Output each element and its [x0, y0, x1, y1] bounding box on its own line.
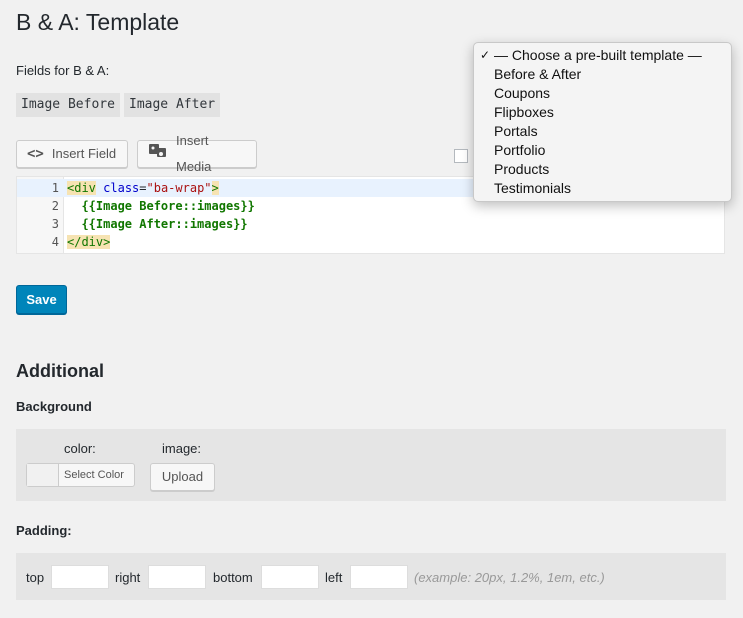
template-option-products[interactable]: Products [494, 160, 549, 179]
line-code: <div class="ba-wrap"> [67, 179, 219, 197]
template-option-testimonials[interactable]: Testimonials [494, 179, 571, 198]
attr-eq: = [139, 181, 147, 195]
select-color-label: Select Color [64, 469, 124, 481]
tag-close: </div> [67, 235, 111, 249]
padding-label: Padding: [16, 523, 72, 538]
template-option-before-after[interactable]: Before & After [494, 65, 581, 84]
template-option-choose[interactable]: — Choose a pre-built template — [494, 46, 702, 65]
field-tag-image-after[interactable]: Image After [124, 93, 221, 117]
padding-bottom-label: bottom [213, 570, 253, 585]
line-number: 1 [51, 181, 59, 195]
image-label: image: [162, 441, 202, 456]
template-dropdown-menu[interactable]: ✓ — Choose a pre-built template — Before… [473, 42, 732, 202]
padding-top-input[interactable] [51, 565, 109, 589]
template-option-portfolio[interactable]: Portfolio [494, 141, 545, 160]
color-label: color: [64, 441, 96, 456]
color-swatch [27, 464, 59, 486]
template-option-flipboxes[interactable]: Flipboxes [494, 103, 554, 122]
padding-top-label: top [26, 570, 45, 585]
padding-right-input[interactable] [148, 565, 206, 589]
background-label: Background [16, 399, 92, 414]
code-line-3[interactable]: 3 {{Image After::images}} [17, 215, 724, 233]
padding-left-input[interactable] [350, 565, 408, 589]
tag-close: > [211, 181, 219, 195]
background-panel: color: Select Color image: Upload [16, 429, 726, 501]
line-code: {{Image After::images}} [67, 217, 248, 231]
additional-heading: Additional [16, 361, 104, 381]
template-option-coupons[interactable]: Coupons [494, 84, 550, 103]
attr-value: "ba-wrap" [146, 181, 212, 195]
option-checkbox[interactable] [454, 149, 468, 163]
line-code: </div> [67, 233, 111, 251]
padding-hint: (example: 20px, 1.2%, 1em, etc.) [414, 570, 605, 585]
select-color-button[interactable]: Select Color [26, 463, 135, 487]
upload-button[interactable]: Upload [150, 463, 215, 491]
line-number: 4 [51, 235, 59, 249]
insert-media-button[interactable]: Insert Media [137, 133, 257, 174]
padding-bottom-input[interactable] [261, 565, 319, 589]
attr-name: class [103, 181, 140, 195]
media-icon [148, 141, 168, 167]
checkmark-icon: ✓ [480, 48, 491, 62]
template-option-portals[interactable]: Portals [494, 122, 538, 141]
save-button[interactable]: Save [16, 285, 67, 314]
line-number: 2 [51, 199, 59, 213]
field-tag-image-before[interactable]: Image Before [16, 93, 120, 117]
page-title: B & A: Template [16, 9, 180, 35]
code-icon: <> [27, 146, 44, 162]
line-code: {{Image Before::images}} [67, 199, 255, 213]
padding-right-label: right [115, 570, 141, 585]
insert-field-button[interactable]: <> Insert Field [16, 140, 128, 168]
tag-open: <div [67, 181, 96, 195]
padding-left-label: left [325, 570, 343, 585]
line-number: 3 [51, 217, 59, 231]
fields-label: Fields for B & A: [16, 63, 110, 78]
insert-field-label: Insert Field [51, 146, 117, 161]
code-line-4[interactable]: 4 </div> [17, 233, 724, 251]
insert-media-label: Insert Media [176, 133, 212, 174]
